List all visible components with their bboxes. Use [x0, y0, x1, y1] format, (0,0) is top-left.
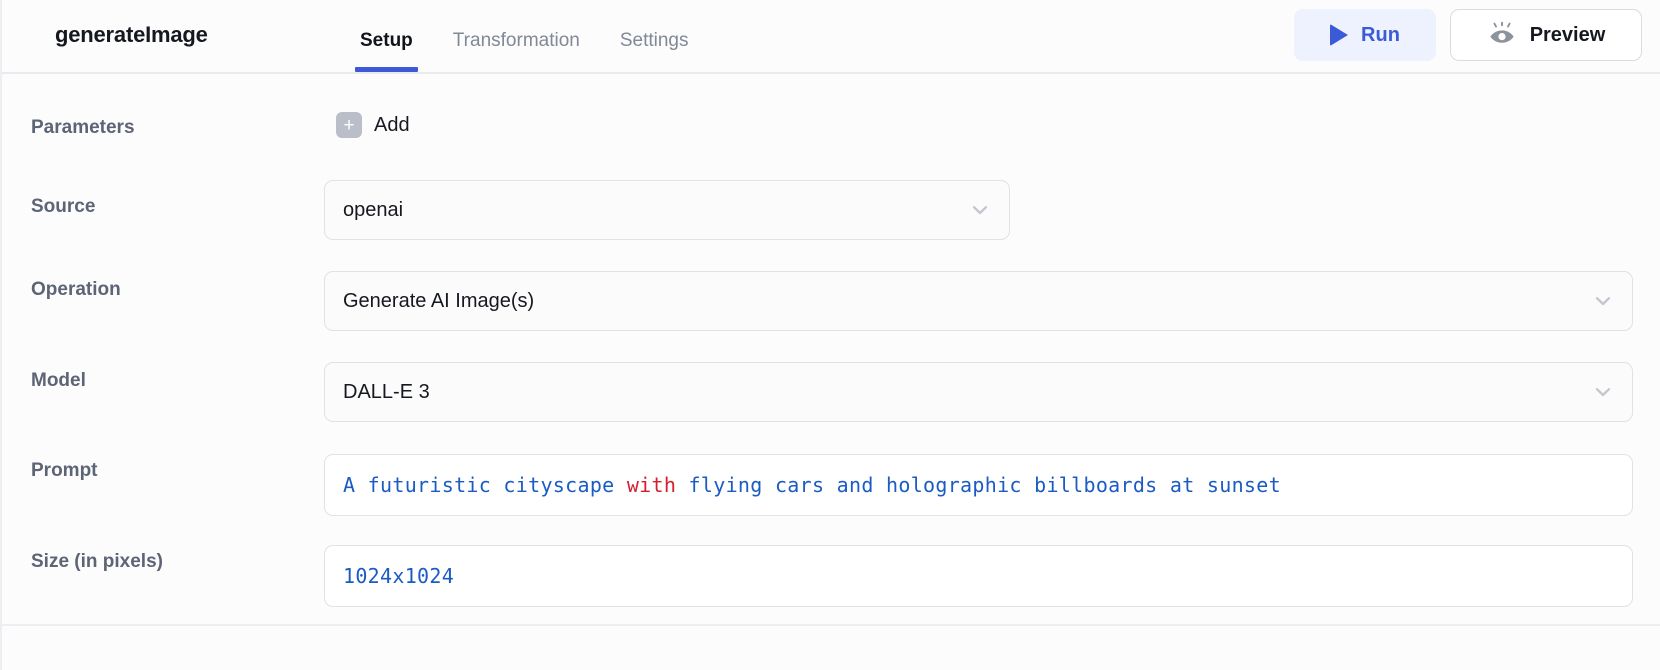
chevron-down-icon[interactable] [969, 199, 991, 221]
add-parameter-label: Add [374, 113, 410, 136]
prompt-token: with [626, 473, 677, 497]
size-row: Size (in pixels) 1024x1024 [2, 533, 1660, 607]
tab-settings-label: Settings [619, 30, 689, 51]
prompt-token: A futuristic cityscape [343, 473, 627, 497]
parameters-label: Parameters [31, 117, 135, 138]
preview-button[interactable]: Preview [1450, 9, 1642, 61]
tab-transformation-label: Transformation [452, 30, 580, 51]
parameters-row: Parameters + Add [2, 104, 1660, 154]
run-button-label: Run [1361, 23, 1400, 46]
operation-row: Operation Generate AI Image(s) [2, 261, 1660, 331]
prompt-row: Prompt A futuristic cityscape with flyin… [2, 442, 1660, 516]
prompt-value: A futuristic cityscape with flying cars … [343, 473, 1281, 497]
operation-select[interactable]: Generate AI Image(s) [324, 271, 1633, 331]
operation-value: Generate AI Image(s) [343, 289, 535, 312]
tab-setup-label: Setup [360, 30, 413, 51]
source-select[interactable]: openai [324, 180, 1010, 240]
tab-transformation[interactable]: Transformation [433, 0, 600, 74]
size-label: Size (in pixels) [31, 551, 163, 572]
tab-bar: Setup Transformation Settings [340, 0, 709, 74]
model-select[interactable]: DALL-E 3 [324, 362, 1633, 422]
prompt-label: Prompt [31, 460, 98, 481]
plus-icon: + [336, 112, 362, 138]
tab-settings[interactable]: Settings [600, 0, 709, 74]
page-title: generateImage [55, 22, 208, 47]
tab-setup[interactable]: Setup [340, 0, 433, 74]
size-input[interactable]: 1024x1024 [324, 545, 1633, 607]
source-row: Source openai [2, 178, 1660, 242]
panel-header: generateImage Setup Transformation Setti… [2, 0, 1660, 74]
preview-button-label: Preview [1529, 23, 1606, 46]
eye-icon [1487, 22, 1517, 48]
prompt-token: flying cars and holographic billboards a… [676, 473, 1281, 497]
model-value: DALL-E 3 [343, 380, 430, 403]
model-label: Model [31, 370, 86, 391]
size-value: 1024x1024 [343, 564, 455, 588]
add-parameter-button[interactable]: + Add [336, 112, 410, 138]
model-row: Model DALL-E 3 [2, 352, 1660, 422]
play-icon [1330, 24, 1349, 46]
source-label: Source [31, 196, 96, 217]
chevron-down-icon[interactable] [1592, 381, 1614, 403]
prompt-input[interactable]: A futuristic cityscape with flying cars … [324, 454, 1633, 516]
node-config-panel: generateImage Setup Transformation Setti… [0, 0, 1660, 670]
run-button[interactable]: Run [1294, 9, 1436, 61]
header-actions: Run Preview [1294, 9, 1642, 61]
panel-bottom-divider [2, 624, 1660, 626]
chevron-down-icon[interactable] [1592, 290, 1614, 312]
source-value: openai [343, 198, 404, 221]
operation-label: Operation [31, 279, 121, 300]
